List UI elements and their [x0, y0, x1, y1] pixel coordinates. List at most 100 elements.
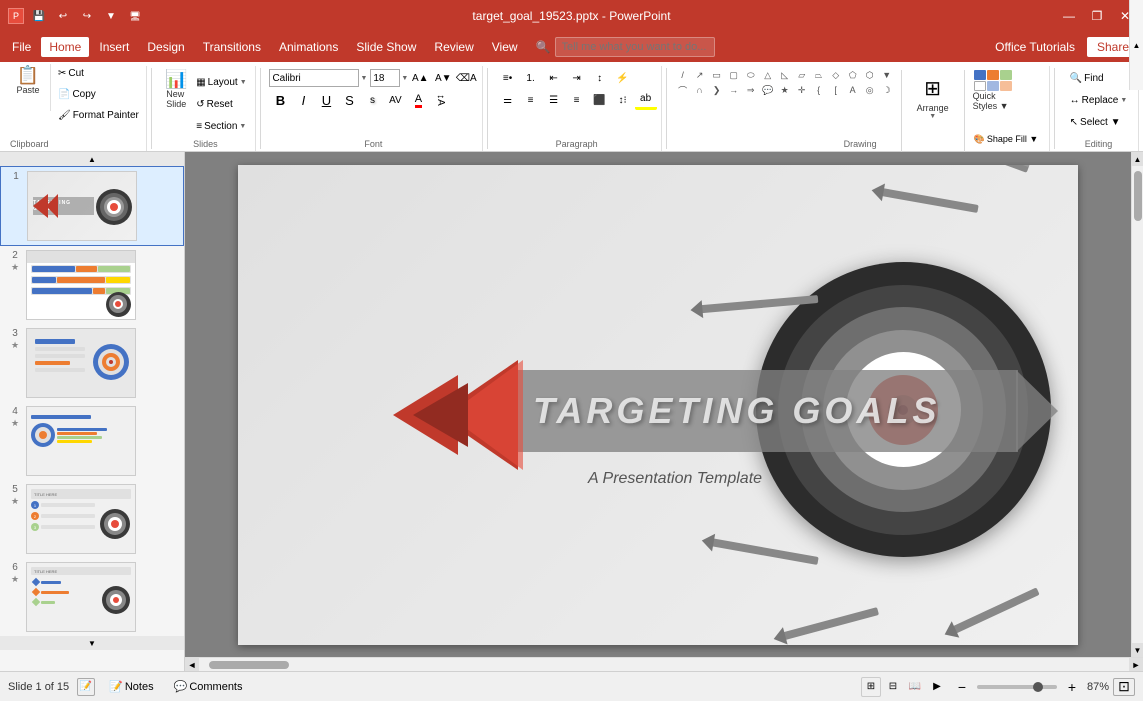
menu-file[interactable]: File [4, 37, 39, 57]
text-direction-button[interactable]: ↕A [431, 89, 451, 111]
zoom-in-button[interactable]: + [1061, 677, 1083, 697]
save-button[interactable]: 💾 [30, 7, 48, 25]
scroll-down-button[interactable]: ▼ [1132, 643, 1143, 657]
align-left-button[interactable]: ≡ [520, 90, 542, 110]
line-spacing-button[interactable]: ↕⁝ [612, 90, 634, 110]
shape-fill-button[interactable]: 🎨 Shape Fill ▼ [971, 129, 1046, 149]
shape-bracket[interactable]: [ [828, 83, 844, 97]
shape-misc[interactable]: ◎ [862, 83, 878, 97]
format-painter-button[interactable]: 🖌 Format Painter [55, 106, 142, 126]
shape-rect[interactable]: ▭ [709, 68, 725, 82]
align-center-button[interactable]: ☰ [543, 90, 565, 110]
section-button[interactable]: ≡ Section ▼ [193, 116, 249, 136]
decrease-indent-button[interactable]: ⇤ [543, 68, 565, 88]
shape-parallelogram[interactable]: ▱ [794, 68, 810, 82]
search-input[interactable] [555, 37, 715, 57]
font-size-dropdown[interactable]: ▼ [401, 75, 408, 82]
shape-curve[interactable]: ⌒ [675, 83, 691, 97]
char-spacing-button[interactable]: AV [384, 90, 406, 110]
slide-notes-icon[interactable]: 📝 [77, 678, 95, 696]
shape-cross[interactable]: ✛ [794, 83, 810, 97]
customize-qat-button[interactable]: ▼ [102, 7, 120, 25]
cut-button[interactable]: ✂ Cut [55, 64, 142, 84]
office-tutorials-button[interactable]: Office Tutorials [985, 37, 1085, 57]
underline-button[interactable]: U [315, 90, 337, 110]
normal-view-button[interactable]: ⊞ [861, 677, 881, 697]
slide-scroll-up[interactable]: ▲ [0, 152, 184, 166]
font-name-input[interactable] [269, 69, 359, 87]
undo-button[interactable]: ↩ [54, 7, 72, 25]
shape-block-arrow[interactable]: ⇒ [743, 83, 759, 97]
comments-button[interactable]: 💬 Comments [168, 678, 249, 695]
italic-button[interactable]: I [292, 90, 314, 110]
shape-callout[interactable]: 💬 [760, 83, 776, 97]
layout-button[interactable]: ▦ Layout ▼ [193, 72, 249, 92]
menu-view[interactable]: View [484, 37, 526, 57]
slide-thumb-1[interactable]: 1 TA [0, 166, 184, 246]
shape-ellipse[interactable]: ⬭ [743, 68, 759, 82]
shape-star[interactable]: ★ [777, 83, 793, 97]
scroll-right-button[interactable]: ► [1129, 658, 1143, 671]
shadow-button[interactable]: s [361, 90, 383, 110]
menu-review[interactable]: Review [426, 37, 481, 57]
font-name-dropdown[interactable]: ▼ [360, 75, 367, 82]
reset-button[interactable]: ↺ Reset [193, 94, 249, 114]
reading-view-button[interactable]: 📖 [905, 677, 925, 697]
slide-thumb-5[interactable]: 5 ★ TITLE HERE 1 [0, 480, 184, 558]
zoom-slider-thumb[interactable] [1033, 682, 1043, 692]
text-highlight-button[interactable]: ab [635, 90, 657, 110]
font-color-button[interactable]: A [407, 90, 429, 110]
copy-button[interactable]: 📄 Copy [55, 85, 142, 105]
decrease-font-button[interactable]: A▼ [432, 68, 454, 88]
shape-misc2[interactable]: ☽ [879, 83, 895, 97]
scroll-left-button[interactable]: ◄ [185, 658, 199, 671]
bold-button[interactable]: B [269, 90, 291, 110]
zoom-out-button[interactable]: − [951, 677, 973, 697]
find-button[interactable]: 🔍 Find [1067, 68, 1107, 88]
columns-button[interactable]: ⚌ [497, 90, 519, 110]
canvas-area[interactable]: TARGETING GOALS A Presentation Template [185, 152, 1131, 657]
shape-hexa[interactable]: ⬡ [862, 68, 878, 82]
quick-styles-button[interactable]: Quick Styles ▼ [971, 68, 1016, 128]
shape-brace[interactable]: { [811, 83, 827, 97]
arrange-button[interactable]: ⊞ Arrange ▼ [908, 68, 958, 128]
increase-font-button[interactable]: A▲ [409, 68, 431, 88]
slide-thumb-4[interactable]: 4 ★ [0, 402, 184, 480]
replace-button[interactable]: ↔ Replace ▼ [1067, 90, 1131, 110]
restore-button[interactable]: ❐ [1087, 6, 1107, 26]
shape-line[interactable]: / [675, 68, 691, 82]
numbering-button[interactable]: 1. [520, 68, 542, 88]
redo-button[interactable]: ↪ [78, 7, 96, 25]
font-size-input[interactable] [370, 69, 400, 87]
shape-triangle[interactable]: △ [760, 68, 776, 82]
shape-penta[interactable]: ⬠ [845, 68, 861, 82]
shape-connector[interactable]: ↗ [692, 68, 708, 82]
select-button[interactable]: ↖ Select ▼ [1067, 112, 1124, 132]
minimize-button[interactable]: — [1059, 6, 1079, 26]
shape-trapezoid[interactable]: ⏢ [811, 68, 827, 82]
shape-rtriangle[interactable]: ◺ [777, 68, 793, 82]
scroll-up-button[interactable]: ▲ [1132, 152, 1143, 166]
strikethrough-button[interactable]: S [338, 90, 360, 110]
slideshow-view-button[interactable]: ▶ [927, 677, 947, 697]
slide-scroll-down[interactable]: ▼ [0, 636, 184, 650]
scroll-thumb-v[interactable] [1134, 171, 1142, 221]
menu-home[interactable]: Home [41, 37, 89, 57]
slide-thumb-2[interactable]: 2 ★ [0, 246, 184, 324]
menu-slideshow[interactable]: Slide Show [348, 37, 424, 57]
increase-indent-button[interactable]: ⇥ [566, 68, 588, 88]
slide-sorter-button[interactable]: ⊟ [883, 677, 903, 697]
convert-smartart-button[interactable]: ⚡ [612, 68, 634, 88]
fit-slide-button[interactable]: ⊡ [1113, 678, 1135, 696]
shape-textbox[interactable]: A [845, 83, 861, 97]
bullets-button[interactable]: ≡• [497, 68, 519, 88]
shape-arrow-right[interactable]: → [726, 83, 742, 97]
slide-thumb-3[interactable]: 3 ★ [0, 324, 184, 402]
menu-animations[interactable]: Animations [271, 37, 346, 57]
scroll-thumb-h[interactable] [209, 661, 289, 669]
shape-diamond[interactable]: ◇ [828, 68, 844, 82]
align-right-button[interactable]: ≡ [566, 90, 588, 110]
shape-arc[interactable]: ∩ [692, 83, 708, 97]
shape-more[interactable]: ▼ [879, 68, 895, 82]
text-direction-para-button[interactable]: ↕ [589, 68, 611, 88]
